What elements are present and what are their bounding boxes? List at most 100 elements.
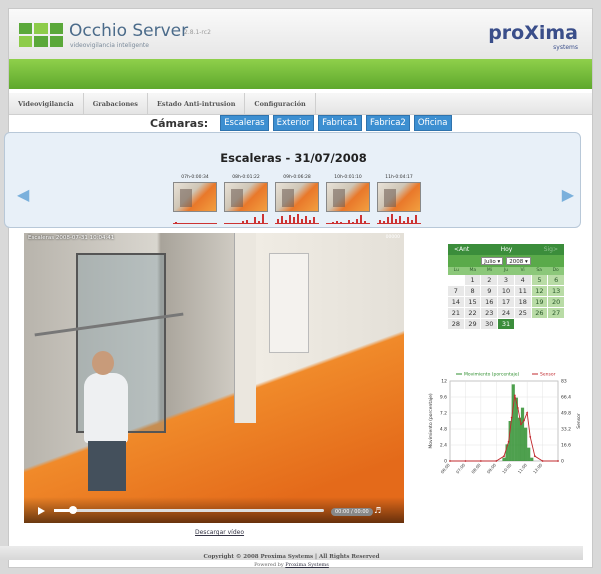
thumbnail-image[interactable] <box>377 182 421 212</box>
calendar-day[interactable]: 30 <box>481 319 498 329</box>
calendar-day[interactable]: 28 <box>448 319 464 329</box>
activity-bar <box>305 216 307 223</box>
thumbnail[interactable]: 10h-0:01:10 <box>326 175 370 224</box>
sensor-point <box>516 407 519 409</box>
thumbnail-image[interactable] <box>326 182 370 212</box>
calendar-day[interactable]: 22 <box>464 308 481 318</box>
thumbnail[interactable]: 08h-0:01:22 <box>224 175 268 224</box>
camera-button-fabrica2[interactable]: Fabrica2 <box>365 115 410 131</box>
plot-area <box>449 380 559 462</box>
nav-item-grabaciones[interactable]: Grabaciones <box>84 93 148 114</box>
calendar-day[interactable]: 15 <box>464 297 481 307</box>
nav-item-videovigilancia[interactable]: Videovigilancia <box>9 93 84 114</box>
activity-bar <box>281 216 283 223</box>
thumbnail[interactable]: 09h-0:06:28 <box>275 175 319 224</box>
sensor-point <box>520 423 522 426</box>
x-tick-label: 08:00 <box>470 462 482 474</box>
thumbnail-time: 09h-0:06:28 <box>283 175 311 180</box>
calendar-day[interactable]: 27 <box>548 308 564 318</box>
calendar-day[interactable]: 5 <box>531 275 548 285</box>
calendar-day[interactable]: 6 <box>548 275 564 285</box>
calendar-nav: <Ant Hoy Sig> <box>448 244 564 255</box>
y-tick-label-left: 4.8 <box>440 427 447 433</box>
calendar-day[interactable]: 3 <box>498 275 514 285</box>
camera-button-oficina[interactable]: Oficina <box>413 115 452 131</box>
month-value: Julio <box>484 259 496 265</box>
calendar-day[interactable]: 8 <box>464 286 481 296</box>
video-timestamp: Escaleras 2008-07-31 10:04:41 <box>28 235 115 241</box>
scene-person-legs <box>88 441 126 491</box>
thumbnail-image[interactable] <box>275 182 319 212</box>
activity-sparkline <box>326 212 370 224</box>
weekday-label: Do <box>552 268 559 273</box>
calendar-day[interactable]: 24 <box>498 308 514 318</box>
arrow-left-icon[interactable]: ◀ <box>17 185 29 204</box>
weekday-label: Sa <box>536 268 542 273</box>
camera-button-escaleras[interactable]: Escaleras <box>220 115 269 131</box>
year-select[interactable]: 2008 ▾ <box>506 257 531 265</box>
nav-item-anti-intrusion[interactable]: Estado Anti-intrusion <box>148 93 246 114</box>
calendar-day[interactable]: 4 <box>514 275 531 285</box>
calendar-day[interactable]: 11 <box>514 286 531 296</box>
calendar-day[interactable]: 14 <box>448 297 464 307</box>
year-value: 2008 <box>509 259 524 265</box>
calendar-day[interactable]: 29 <box>464 319 481 329</box>
seek-bar[interactable] <box>54 506 324 514</box>
thumbnail-image[interactable] <box>173 182 217 212</box>
scene-door <box>269 253 309 353</box>
calendar-day[interactable]: 1 <box>464 275 481 285</box>
activity-bar <box>391 214 393 223</box>
camera-button-fabrica1[interactable]: Fabrica1 <box>318 115 362 131</box>
x-tick-label: 07:00 <box>455 462 467 474</box>
calendar-day[interactable]: 20 <box>548 297 564 307</box>
calendar-day[interactable]: 18 <box>514 297 531 307</box>
brand-logo[interactable]: proXima <box>488 22 578 44</box>
calendar-day[interactable]: 19 <box>531 297 548 307</box>
calendar-day[interactable]: 7 <box>448 286 464 296</box>
calendar-day[interactable]: 9 <box>481 286 498 296</box>
calendar-prev-link[interactable]: <Ant <box>454 246 469 253</box>
calendar-day[interactable]: 25 <box>514 308 531 318</box>
calendar-day[interactable]: 10 <box>498 286 514 296</box>
thumbnail-image[interactable] <box>224 182 268 212</box>
calendar-today-link[interactable]: Hoy <box>501 246 513 253</box>
activity-bar <box>254 217 256 223</box>
thumbnail[interactable]: 07h-0:00:34 <box>173 175 217 224</box>
download-video-link[interactable]: Descargar vídeo <box>195 529 244 536</box>
calendar-day-selected[interactable]: 31 <box>498 319 514 329</box>
calendar-day[interactable]: 21 <box>448 308 464 318</box>
play-icon[interactable] <box>38 507 45 515</box>
video-player[interactable]: Escaleras 2008-07-31 10:04:41 00000 00:0… <box>24 233 404 523</box>
y-tick-label-left: 2.4 <box>440 443 447 449</box>
x-tick-label: 12:00 <box>532 462 544 474</box>
nav-item-configuracion[interactable]: Configuración <box>245 93 316 114</box>
thumbnail-time: 10h-0:01:10 <box>334 175 362 180</box>
calendar-blank <box>531 319 548 329</box>
x-tick-label: 10:00 <box>501 462 513 474</box>
month-select[interactable]: Julio ▾ <box>481 257 504 265</box>
app-title: Occhio Server <box>69 21 189 41</box>
calendar-selectors: Julio ▾ 2008 ▾ <box>448 255 564 267</box>
activity-bar <box>399 216 401 223</box>
powered-link[interactable]: Proxima Systems <box>285 562 329 568</box>
weekday-label: Mi <box>486 268 492 273</box>
calendar-day[interactable]: 17 <box>498 297 514 307</box>
camera-button-exterior[interactable]: Exterior <box>272 115 315 131</box>
seek-handle[interactable] <box>68 506 77 514</box>
calendar-day[interactable]: 2 <box>481 275 498 285</box>
activity-bar <box>336 221 338 223</box>
calendar-day[interactable]: 16 <box>481 297 498 307</box>
calendar-day[interactable]: 13 <box>548 286 564 296</box>
activity-bar <box>340 222 342 223</box>
thumbnail[interactable]: 11h-0:04:17 <box>377 175 421 224</box>
calendar-day[interactable]: 23 <box>481 308 498 318</box>
sensor-point <box>533 455 536 458</box>
calendar-day[interactable]: 26 <box>531 308 548 318</box>
calendar-day[interactable]: 12 <box>531 286 548 296</box>
y-axis-label-left: Movimiento (porcentaje) <box>428 393 434 449</box>
arrow-right-icon[interactable]: ▶ <box>562 185 574 204</box>
app-version: 2.8.1-rc2 <box>184 29 211 36</box>
y-tick-label-left: 0 <box>444 459 447 465</box>
volume-icon[interactable]: ♬ <box>374 506 381 515</box>
activity-sparkline <box>377 212 421 224</box>
